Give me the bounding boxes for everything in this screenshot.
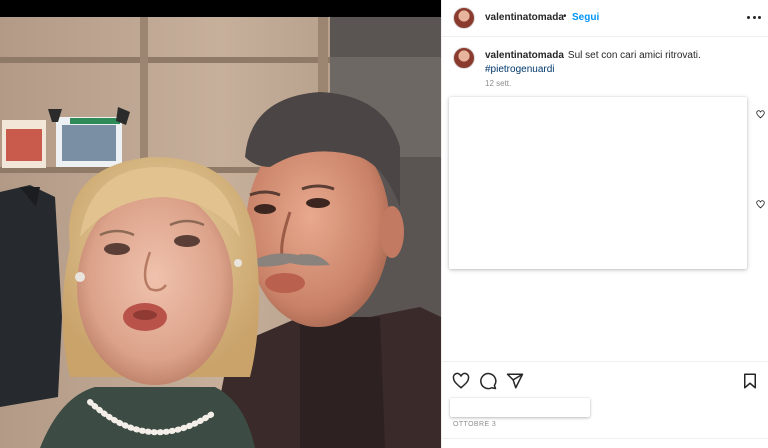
caption-body: Sul set con cari amici ritrovati.	[567, 50, 701, 61]
divider	[442, 438, 768, 439]
post-photo[interactable]	[0, 0, 441, 448]
caption-avatar[interactable]	[453, 47, 475, 69]
action-bar	[442, 361, 768, 399]
caption-hashtag[interactable]: #pietrogenuardi	[485, 63, 755, 77]
share-icon[interactable]	[506, 372, 524, 390]
post-image	[0, 17, 441, 448]
bookmark-icon[interactable]	[741, 372, 759, 390]
author-username[interactable]: valentinatomada	[485, 12, 564, 23]
comment-like-heart-icon[interactable]	[756, 110, 765, 119]
likes-placeholder	[450, 398, 590, 417]
caption-text: valentinatomada Sul set con cari amici ri…	[485, 49, 755, 77]
author-avatar[interactable]	[453, 7, 475, 29]
caption-time[interactable]: 12 sett.	[485, 79, 511, 88]
post-side-panel: valentinatomada • Segui valentinatomada S…	[441, 0, 768, 448]
comment-like-heart-icon[interactable]	[756, 200, 765, 209]
post-date[interactable]: OTTOBRE 3	[453, 421, 496, 428]
caption-username[interactable]: valentinatomada	[485, 50, 564, 61]
separator-dot: •	[563, 11, 567, 22]
heart-icon[interactable]	[452, 372, 470, 390]
post-header: valentinatomada • Segui	[442, 0, 768, 37]
comment-icon[interactable]	[479, 372, 497, 390]
comments-placeholder	[449, 97, 747, 269]
follow-button[interactable]: Segui	[572, 12, 599, 23]
photo-top-bar	[0, 0, 441, 17]
more-icon[interactable]	[747, 10, 761, 24]
